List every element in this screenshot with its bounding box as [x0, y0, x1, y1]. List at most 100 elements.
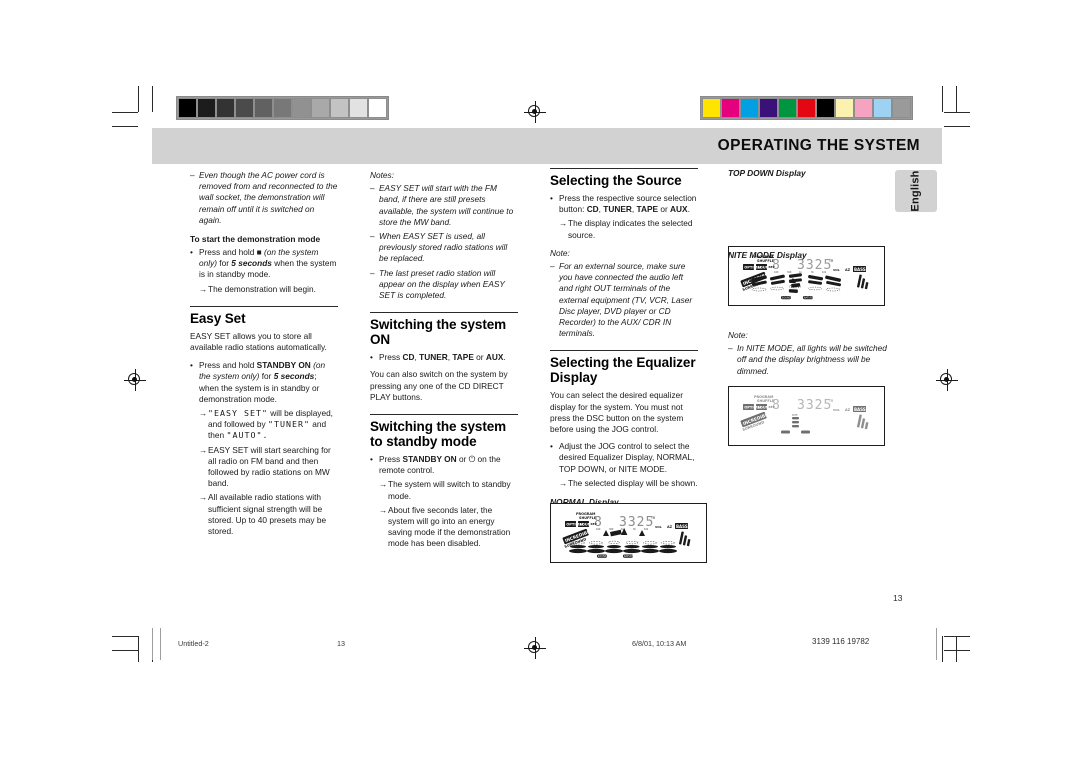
bullet-icon: •: [190, 247, 193, 258]
on-g: or: [476, 352, 484, 363]
color-swatch-8: [330, 98, 349, 118]
equalizer-bullet-text: Adjust the JOG control to select the des…: [559, 441, 695, 474]
note-3-text: The last preset radio station will appea…: [379, 267, 505, 301]
note-item: – For an external source, make sure you …: [550, 261, 698, 339]
column-1: – Even though the AC power cord is remov…: [190, 170, 338, 540]
on-c: ,: [414, 352, 417, 363]
crop-mark-top-left-h2: [112, 126, 138, 127]
selecting-source-heading: Selecting the Source: [550, 173, 682, 188]
display-text-tuner: "TUNER": [267, 419, 310, 430]
easy-set-arrow-3: → All available radio stations with suff…: [190, 492, 338, 537]
svg-text:AZ: AZ: [845, 408, 851, 412]
standby-arrow-1-text: The system will switch to standby mode.: [388, 479, 511, 501]
section-divider: [370, 312, 518, 314]
dash-icon: –: [370, 183, 375, 194]
color-swatch-3: [235, 98, 254, 118]
svg-text:AZ: AZ: [667, 525, 673, 529]
crop-mark-bottom-right-v2: [956, 636, 957, 662]
switching-on-body: You can also switch on the system by pre…: [370, 369, 508, 402]
svg-text:100: 100: [774, 271, 779, 274]
crop-mark-top-left-v2: [152, 86, 153, 112]
crop-mark-bottom-left-h: [112, 636, 138, 637]
equalizer-arrow: → The selected display will be shown.: [550, 478, 698, 489]
svg-text:VOL: VOL: [655, 525, 662, 529]
display-text-auto: "AUTO".: [226, 430, 269, 441]
section-divider: [550, 350, 698, 352]
es-b: STANDBY ON: [256, 360, 311, 371]
footer-doc-code: 3139 116 19782: [812, 637, 870, 646]
color-swatch-4: [254, 98, 273, 118]
nite-mode-note-text: In NITE MODE, all lights will be switche…: [737, 343, 887, 376]
crop-mark-bottom-right-v: [942, 636, 943, 662]
demo-mode-heading: To start the demonstration mode: [190, 234, 321, 245]
color-swatch-7: [311, 98, 330, 118]
page-header-band: OPERATING THE SYSTEM: [152, 128, 942, 164]
nite-mode-display-label: NITE MODE Display: [728, 250, 807, 260]
note-item: – The last preset radio station will app…: [370, 268, 518, 302]
arrow-right-icon: →: [559, 477, 568, 488]
button-tuner: TUNER: [419, 352, 448, 363]
arrow-right-icon: →: [379, 479, 388, 490]
standby-arrow-1: → The system will switch to standby mode…: [370, 479, 518, 501]
color-swatch-9: [873, 98, 892, 118]
dash-icon: –: [550, 261, 555, 272]
page-number: 13: [893, 593, 903, 603]
arrow-right-icon: →: [199, 283, 208, 294]
color-swatch-1: [721, 98, 740, 118]
dash-icon: –: [370, 267, 375, 278]
svg-text:NITE: NITE: [792, 414, 798, 417]
bullet-icon: •: [550, 193, 553, 203]
crop-mark-top-right-v: [942, 86, 943, 112]
easy-set-arrow-3-text: All available radio stations with suffic…: [208, 492, 327, 537]
src-e: ,: [631, 204, 635, 215]
footer-timestamp: 6/8/01, 10:13 AM: [632, 639, 687, 648]
crop-mark-bottom-left-v: [138, 636, 139, 662]
color-swatch-2: [740, 98, 759, 118]
button-aux: AUX: [670, 204, 688, 215]
color-swatch-0: [178, 98, 197, 118]
column-3: Selecting the Source • Press the respect…: [550, 168, 698, 511]
crop-mark-bottom-right-h: [944, 636, 970, 637]
svg-text:3325: 3325: [797, 398, 832, 413]
column-4: TOP DOWN Display: [728, 168, 888, 183]
column-4b: NITE MODE Display: [728, 250, 888, 265]
demo-arrow-text: The demonstration will begin.: [208, 283, 316, 294]
svg-text:REP: REP: [591, 522, 597, 526]
note-1-text: EASY SET will start with the FM band, if…: [379, 183, 514, 227]
color-swatch-6: [816, 98, 835, 118]
lcd-normal-graphic: PROGRAM SHUFFLE 8 3325 TR OPTIMAL SOUND …: [562, 512, 691, 558]
standby-bullet-text: Press STANDBY ON or ⏻ on the remote cont…: [379, 454, 518, 476]
arrow-right-icon: →: [199, 444, 208, 455]
button-tape: TAPE: [636, 204, 659, 215]
column-2: Notes: – EASY SET will start with the FM…: [370, 170, 518, 553]
svg-text:VOL: VOL: [833, 408, 840, 412]
easy-set-arrow-1: → "EASY SET" will be displayed, and foll…: [190, 408, 338, 442]
button-aux: AUX: [485, 352, 504, 363]
source-bullet: • Press the respective source selection …: [550, 193, 698, 215]
standby-arrow-2: → About five seconds later, the system w…: [370, 505, 518, 550]
equalizer-arrow-text: The selected display will be shown.: [568, 477, 698, 488]
note-2-text: When EASY SET is used, all previously st…: [379, 231, 508, 264]
standby-heading: Switching the system to standby mode: [370, 419, 507, 450]
crop-mark-top-right-h2: [944, 126, 970, 127]
color-control-strip: [700, 96, 913, 120]
crop-mark-bottom-right-h2: [944, 650, 970, 651]
svg-text:BASS: BASS: [854, 407, 866, 412]
svg-text:AZ: AZ: [845, 268, 851, 272]
svg-text:300: 300: [609, 528, 614, 531]
src-i: .: [687, 204, 690, 215]
registration-mark-right: [936, 369, 958, 391]
color-swatch-10: [368, 98, 387, 118]
dash-icon: –: [190, 170, 195, 180]
switching-on-heading: Switching the system ON: [370, 317, 507, 348]
es-a: Press and hold: [199, 360, 255, 371]
standby-arrow-2-text: About five seconds later, the system wil…: [388, 504, 511, 549]
button-standby-on: STANDBY ON: [402, 454, 457, 465]
demo-text-a: Press and hold: [199, 247, 255, 258]
easy-set-bullet: • Press and hold STANDBY ON (on the syst…: [190, 360, 338, 405]
footer-page: 13: [337, 639, 345, 648]
bullet-icon: •: [550, 441, 553, 452]
crop-mark-top-right-v2: [956, 86, 957, 112]
button-cd: CD: [402, 352, 415, 363]
footer-rule-left2: [160, 628, 161, 660]
